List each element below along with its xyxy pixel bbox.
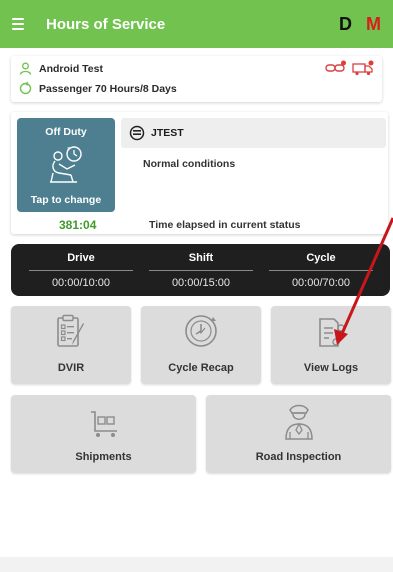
- clock-cycle-icon: [185, 315, 217, 347]
- cart-boxes-icon: [90, 411, 117, 437]
- drive-value: 00:00/10:00: [51, 277, 111, 289]
- steering-wheel-icon: [129, 125, 145, 141]
- hamburger-menu-icon[interactable]: [12, 0, 38, 48]
- badge-m[interactable]: M: [366, 14, 381, 35]
- shipments-button[interactable]: Shipments: [11, 395, 196, 473]
- shift-label: Shift: [188, 252, 214, 264]
- cycle-refresh-icon: [19, 82, 32, 95]
- clipboard-checklist-icon: [57, 314, 84, 347]
- divider: [269, 270, 373, 271]
- dvir-button[interactable]: DVIR: [11, 306, 131, 384]
- elapsed-label: Time elapsed in current status: [149, 219, 301, 231]
- drive-hours: Drive 00:00/10:00: [23, 244, 139, 296]
- link-icon[interactable]: [325, 60, 347, 74]
- bottom-area: [0, 557, 393, 572]
- elapsed-time: 381:04: [59, 218, 97, 232]
- duty-status-tile[interactable]: Off Duty z Tap to change: [17, 118, 115, 212]
- cycle-label: Cycle: [306, 252, 336, 264]
- view-logs-label: View Logs: [303, 362, 359, 374]
- cycle-hours: Cycle 00:00/70:00: [263, 244, 379, 296]
- resting-person-icon: z: [50, 146, 82, 183]
- driver-name: Android Test: [39, 62, 103, 75]
- dvir-label: DVIR: [57, 362, 85, 374]
- status-badges: D M: [339, 0, 381, 48]
- duty-status-card: Off Duty z Tap to change JTEST Normal co…: [11, 112, 388, 234]
- officer-icon: [284, 404, 313, 440]
- divider: [149, 270, 253, 271]
- road-inspection-button[interactable]: Road Inspection: [206, 395, 391, 473]
- duty-status-label: Off Duty: [45, 126, 87, 138]
- driver-row: Android Test: [19, 62, 103, 75]
- connection-icons: [325, 60, 374, 76]
- user-icon: [19, 62, 32, 75]
- app-bar: Hours of Service D M: [0, 0, 393, 48]
- tap-to-change-label: Tap to change: [30, 194, 102, 206]
- location-label: JTEST: [151, 127, 184, 139]
- conditions-text: Normal conditions: [143, 158, 236, 170]
- cycle-recap-label: Cycle Recap: [168, 362, 234, 374]
- view-logs-button[interactable]: View Logs: [271, 306, 391, 384]
- logs-document-icon: [319, 318, 345, 347]
- cycle-rule-row: Passenger 70 Hours/8 Days: [19, 82, 177, 95]
- location-bar[interactable]: JTEST: [121, 118, 386, 148]
- divider: [29, 270, 133, 271]
- cycle-recap-button[interactable]: Cycle Recap: [141, 306, 261, 384]
- shift-hours: Shift 00:00/15:00: [143, 244, 259, 296]
- driver-profile-card: Android Test Passenger 70 Hours/8 Days: [11, 56, 382, 102]
- shift-value: 00:00/15:00: [171, 277, 231, 289]
- shipments-label: Shipments: [75, 451, 132, 463]
- truck-icon[interactable]: [352, 60, 374, 76]
- drive-label: Drive: [67, 252, 95, 264]
- badge-d[interactable]: D: [339, 14, 352, 35]
- page-title: Hours of Service: [46, 15, 166, 33]
- road-inspection-label: Road Inspection: [255, 451, 342, 463]
- cycle-rule: Passenger 70 Hours/8 Days: [39, 82, 177, 95]
- cycle-value: 00:00/70:00: [291, 277, 351, 289]
- svg-text:z: z: [67, 146, 70, 152]
- hours-summary-panel: Drive 00:00/10:00 Shift 00:00/15:00 Cycl…: [11, 244, 390, 296]
